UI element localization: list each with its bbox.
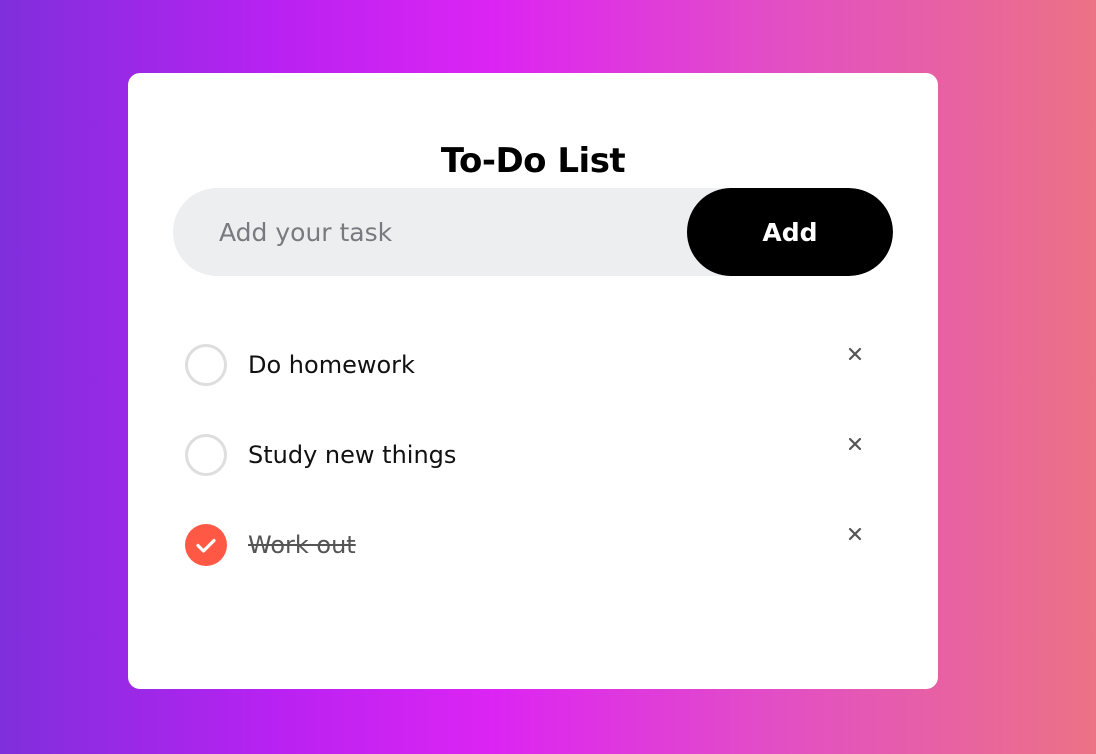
checkbox-unchecked[interactable] — [185, 434, 227, 476]
checkbox-unchecked[interactable] — [185, 344, 227, 386]
page-title: To-Do List — [440, 141, 626, 181]
task-item-study-new-things[interactable]: Study new things — [128, 411, 938, 501]
task-item-do-homework[interactable]: Do homework — [128, 321, 938, 411]
task-item-work-out[interactable]: Work out — [128, 501, 938, 591]
add-task-row: Add — [173, 188, 893, 276]
task-text: Do homework — [248, 351, 415, 379]
todo-card: To-Do List Add Do homework — [128, 73, 938, 689]
remove-task-button[interactable] — [840, 519, 870, 549]
close-icon — [848, 437, 862, 451]
remove-task-button[interactable] — [840, 429, 870, 459]
check-icon — [196, 538, 216, 553]
task-text: Study new things — [248, 441, 457, 469]
task-text: Work out — [248, 531, 356, 559]
remove-task-button[interactable] — [840, 339, 870, 369]
close-icon — [848, 527, 862, 541]
close-icon — [848, 347, 862, 361]
checkbox-checked[interactable] — [185, 524, 227, 566]
add-button[interactable]: Add — [687, 188, 893, 276]
task-list: Do homework Study new things Work out — [128, 321, 938, 591]
task-input[interactable] — [173, 188, 687, 276]
